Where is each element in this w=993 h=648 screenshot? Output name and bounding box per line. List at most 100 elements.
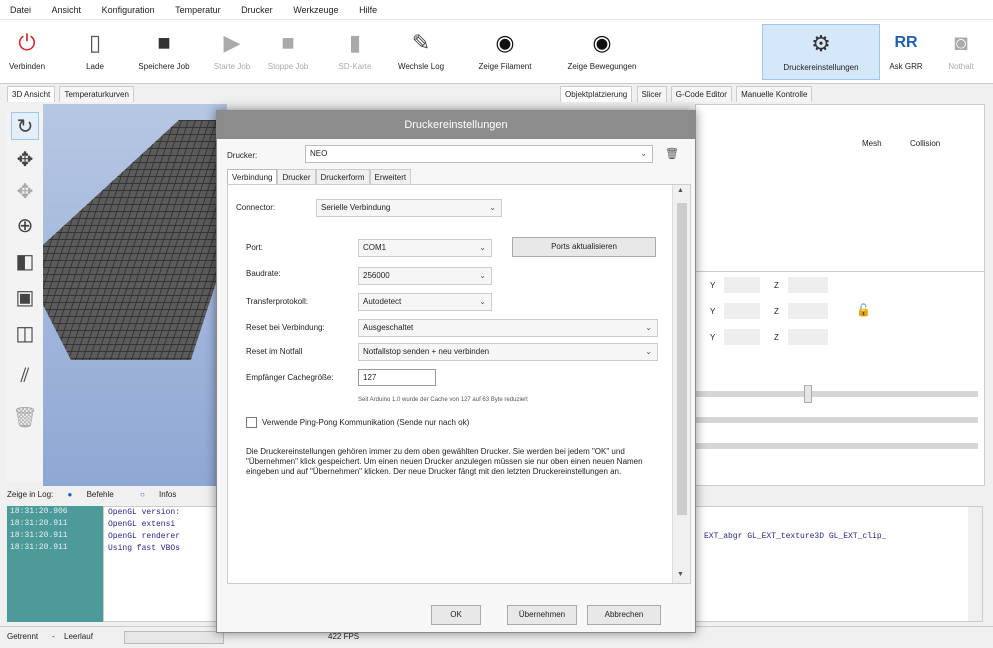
log-infos-toggle[interactable]: ○ Infos	[140, 490, 188, 499]
connector-select[interactable]: Serielle Verbindung ⌄	[316, 199, 502, 217]
cache-size-label: Empfänger Cachegröße:	[246, 373, 334, 382]
idle-status: Leerlauf	[64, 632, 93, 641]
printer-settings-button[interactable]: ⚙ Druckereinstellungen	[762, 24, 880, 80]
menu-configuration[interactable]: Konfiguration	[92, 0, 163, 15]
right-tabs: Objektplatzierung Slicer G-Code Editor M…	[560, 86, 814, 102]
protocol-label: Transferprotokoll:	[246, 297, 308, 306]
chevron-up-icon[interactable]: ▲	[677, 187, 684, 194]
menu-printer[interactable]: Drucker	[231, 0, 281, 15]
zoom-icon[interactable]: ⊕	[11, 212, 39, 240]
stop-icon: ■	[281, 30, 295, 55]
move-object-icon[interactable]: ✥	[11, 178, 39, 206]
y-field[interactable]	[724, 303, 760, 319]
object-placement-panel: Mesh Collision Y Z Y Z 🔓 Y Z	[695, 104, 985, 486]
printer-select[interactable]: NEO ⌄	[305, 145, 653, 163]
iso-view-icon[interactable]: ◧	[11, 248, 39, 276]
menu-file[interactable]: Datei	[0, 0, 39, 15]
reset-on-connect-label: Reset bei Verbindung:	[246, 323, 325, 332]
chevron-down-icon: ⌄	[489, 203, 496, 212]
load-button[interactable]: ▯ Lade	[70, 28, 120, 71]
tab-temperature-curves[interactable]: Temperaturkurven	[59, 86, 134, 102]
port-select[interactable]: COM1 ⌄	[358, 239, 492, 257]
ask-grr-button[interactable]: RR Ask GRR	[884, 28, 928, 71]
save-icon: ■	[157, 30, 171, 55]
log-time: 18:31:20.911	[10, 519, 68, 528]
pencil-icon: ✎	[411, 30, 431, 55]
slider-track[interactable]	[696, 391, 978, 397]
eye-icon: ◉	[592, 30, 612, 55]
sd-card-button[interactable]: ▮ SD-Karte	[330, 28, 380, 71]
cache-size-input[interactable]: 127	[358, 369, 436, 386]
start-job-button[interactable]: ▶ Starte Job	[208, 28, 256, 71]
progress-bar	[124, 631, 224, 644]
panel-scrollbar[interactable]: ▲ ▼	[672, 185, 690, 583]
menu-temperature[interactable]: Temperatur	[165, 0, 229, 15]
menu-tools[interactable]: Werkzeuge	[283, 0, 346, 15]
scrollbar-thumb[interactable]	[677, 203, 687, 515]
tab-manual-control[interactable]: Manuelle Kontrolle	[736, 86, 813, 102]
chevron-down-icon: ⌄	[479, 243, 486, 252]
z-label: Z	[774, 307, 779, 316]
log-timestamps: 18:31:20.906 18:31:20.911 18:31:20.911 1…	[7, 506, 103, 622]
front-view-icon[interactable]: ▣	[11, 284, 39, 312]
parallel-view-icon[interactable]: ⫽	[11, 362, 39, 390]
protocol-select[interactable]: Autodetect ⌄	[358, 293, 492, 311]
sd-card-icon: ▮	[348, 30, 362, 55]
lock-icon[interactable]: 🔓	[856, 303, 871, 317]
log-filter-label: Zeige in Log:	[7, 490, 54, 499]
emergency-stop-button[interactable]: ◙ Nothalt	[936, 28, 986, 71]
menu-help[interactable]: Hilfe	[349, 0, 385, 15]
apply-button[interactable]: Übernehmen	[507, 605, 577, 625]
power-icon: ⏻	[18, 30, 36, 55]
save-job-button[interactable]: ■ Speichere Job	[128, 28, 200, 71]
stop-job-button[interactable]: ■ Stoppe Job	[262, 28, 314, 71]
radio-icon: ●	[67, 490, 73, 499]
y-label: Y	[710, 307, 716, 316]
reset-on-connect-select[interactable]: Ausgeschaltet ⌄	[358, 319, 658, 337]
show-filament-button[interactable]: ◉ Zeige Filament	[464, 28, 546, 71]
baudrate-label: Baudrate:	[246, 269, 281, 278]
tab-object-placement[interactable]: Objektplatzierung	[560, 86, 633, 102]
trash-icon[interactable]: 🗑	[11, 404, 39, 432]
z-field[interactable]	[788, 277, 828, 293]
tab-slicer[interactable]: Slicer	[636, 86, 667, 102]
slider-track[interactable]	[696, 443, 978, 449]
status-separator: -	[52, 632, 55, 641]
show-moves-button[interactable]: ◉ Zeige Bewegungen	[554, 28, 650, 71]
top-view-icon[interactable]: ◫	[11, 320, 39, 348]
z-field[interactable]	[788, 303, 828, 319]
log-scrollbar[interactable]	[968, 507, 982, 621]
slider-track[interactable]	[696, 417, 978, 423]
gear-icon: ⚙	[811, 31, 831, 56]
refresh-ports-button[interactable]: Ports aktualisieren	[512, 237, 656, 257]
chevron-down-icon: ⌄	[479, 297, 486, 306]
chevron-down-icon[interactable]: ▼	[677, 571, 684, 578]
slider-thumb[interactable]	[804, 385, 812, 403]
log-time: 18:31:20.906	[10, 507, 68, 516]
y-field[interactable]	[724, 329, 760, 345]
connect-button[interactable]: ⏻ Verbinden	[2, 28, 52, 71]
trash-icon[interactable]: 🗑	[665, 147, 679, 160]
rotate-icon[interactable]: ↻	[11, 112, 39, 140]
tab-3d-view[interactable]: 3D Ansicht	[7, 86, 56, 102]
cancel-button[interactable]: Abbrechen	[587, 605, 661, 625]
fps-counter: 422 FPS	[328, 632, 360, 641]
menu-bar: Datei Ansicht Konfiguration Temperatur D…	[0, 0, 993, 20]
menu-view[interactable]: Ansicht	[42, 0, 90, 15]
move-icon[interactable]: ✥	[11, 146, 39, 174]
z-label: Z	[774, 333, 779, 342]
clear-log-button[interactable]: ✎ Wechsle Log	[388, 28, 454, 71]
column-mesh: Mesh	[862, 139, 882, 148]
port-label: Port:	[246, 243, 263, 252]
printer-settings-dialog: Druckereinstellungen Drucker: NEO ⌄ 🗑 Ve…	[216, 110, 696, 633]
z-field[interactable]	[788, 329, 828, 345]
settings-info-text: Die Druckereinstellungen gehören immer z…	[246, 447, 643, 476]
y-field[interactable]	[724, 277, 760, 293]
tab-gcode-editor[interactable]: G-Code Editor	[670, 86, 732, 102]
log-commands-toggle[interactable]: ● Befehle	[68, 490, 126, 499]
log-filter-bar: Zeige in Log: ● Befehle ○ Infos	[7, 490, 200, 499]
reset-emergency-select[interactable]: Notfallstop senden + neu verbinden ⌄	[358, 343, 658, 361]
ok-button[interactable]: OK	[431, 605, 481, 625]
pingpong-checkbox[interactable]	[246, 417, 257, 428]
baudrate-select[interactable]: 256000 ⌄	[358, 267, 492, 285]
